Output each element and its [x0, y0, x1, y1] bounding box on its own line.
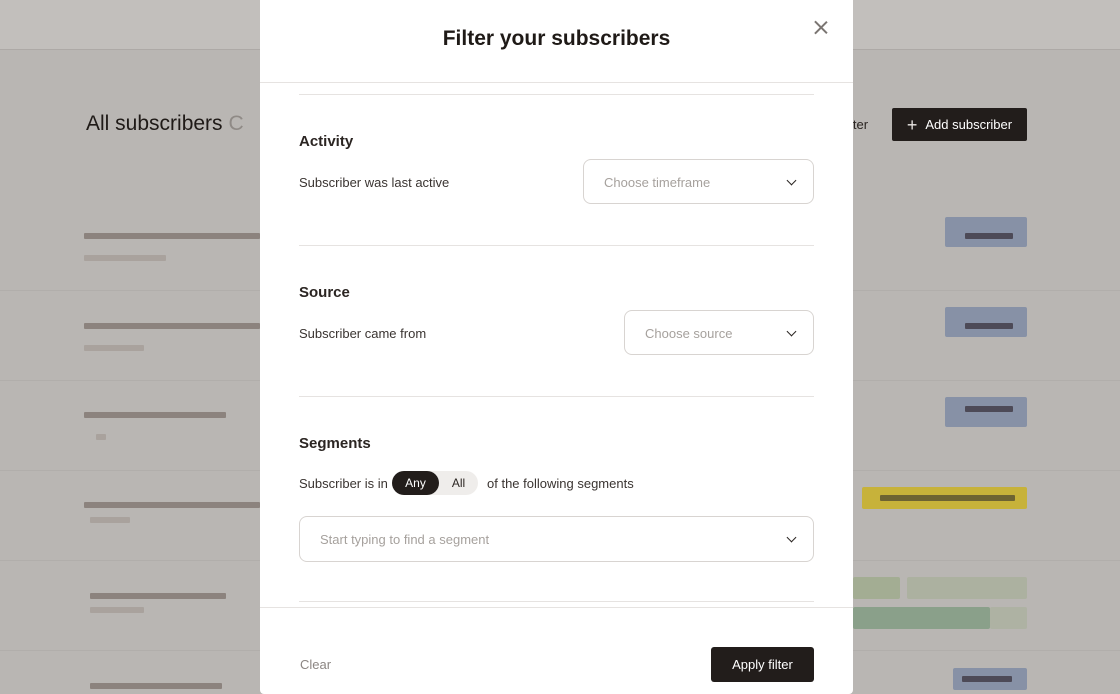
divider	[299, 601, 814, 602]
add-subscriber-label: Add subscriber	[925, 117, 1013, 132]
close-icon[interactable]	[810, 17, 831, 38]
timeframe-select[interactable]: Choose timeframe	[583, 159, 814, 204]
source-heading: Source	[299, 284, 350, 301]
any-all-toggle: Any All	[392, 471, 478, 495]
page-title: All subscribers C	[86, 112, 244, 136]
segments-label: Subscriber is in	[299, 476, 388, 491]
segment-badge	[945, 217, 1027, 247]
activity-heading: Activity	[299, 133, 354, 150]
segment-badge	[853, 577, 900, 599]
segment-search-input[interactable]: Start typing to find a segment	[299, 516, 814, 562]
source-label: Subscriber came from	[299, 326, 427, 341]
divider	[299, 396, 814, 397]
segments-suffix-label: of the following segments	[487, 476, 634, 491]
segment-badge	[945, 397, 1027, 427]
source-select[interactable]: Choose source	[624, 310, 814, 355]
apply-filter-button[interactable]: Apply filter	[711, 647, 814, 682]
toggle-any[interactable]: Any	[392, 471, 439, 495]
segment-badge	[907, 577, 1027, 599]
segment-badge	[853, 607, 990, 629]
page-title-count: C	[228, 112, 244, 135]
segments-heading: Segments	[299, 435, 371, 452]
segment-badge	[990, 607, 1027, 629]
plus-icon: +	[906, 114, 918, 135]
segment-search-placeholder: Start typing to find a segment	[320, 532, 490, 547]
divider	[299, 94, 814, 95]
chevron-down-icon	[786, 326, 797, 337]
chevron-down-icon	[786, 532, 797, 543]
footer-divider	[260, 607, 853, 608]
page-title-text: All subscribers	[86, 112, 223, 135]
divider	[299, 245, 814, 246]
filter-modal: Filter your subscribers Activity Subscri…	[260, 0, 853, 694]
modal-title: Filter your subscribers	[442, 27, 671, 50]
add-subscriber-button[interactable]: + Add subscriber	[892, 108, 1027, 141]
clear-button[interactable]: Clear	[300, 657, 331, 672]
timeframe-placeholder: Choose timeframe	[604, 175, 711, 190]
chevron-down-icon	[786, 175, 797, 186]
segment-badge	[945, 307, 1027, 337]
modal-header: Filter your subscribers	[260, 0, 853, 83]
last-active-label: Subscriber was last active	[299, 175, 450, 190]
source-placeholder: Choose source	[645, 326, 733, 341]
toggle-all[interactable]: All	[439, 471, 478, 495]
